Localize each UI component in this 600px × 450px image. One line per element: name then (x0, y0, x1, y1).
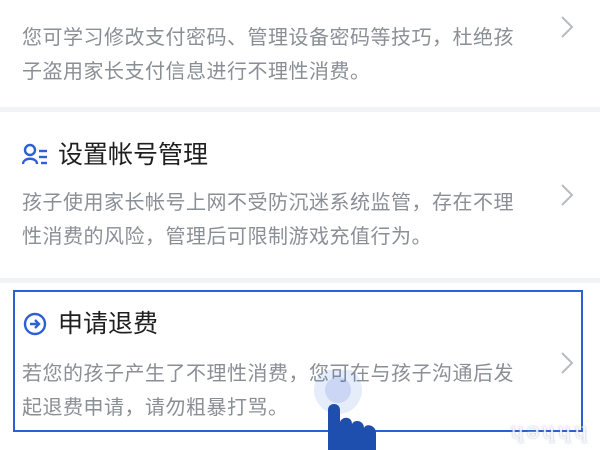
chevron-right-icon (561, 352, 574, 374)
account-management-description: 孩子使用家长帐号上网不受防沉迷系统监管，存在不理性消费的风险，管理后可限制游戏充… (22, 190, 514, 248)
chevron-right-icon (561, 16, 574, 38)
refund-title: 申请退费 (58, 309, 159, 338)
payment-tips-card[interactable]: 您可学习修改支付密码、管理设备密码等技巧，杜绝孩子盗用家长支付信息进行不理性消费… (0, 0, 600, 107)
chevron-right-icon (561, 184, 574, 206)
refund-description: 若您的孩子产生了不理性消费，您可在与孩子沟通后发起退费申请，请勿粗暴打骂。 (22, 361, 514, 419)
user-manage-icon (22, 142, 48, 168)
account-management-card[interactable]: 设置帐号管理 孩子使用家长帐号上网不受防沉迷系统监管，存在不理性消费的风险，管理… (0, 112, 600, 278)
arrow-circle-icon (22, 311, 48, 337)
payment-tips-description: 您可学习修改支付密码、管理设备密码等技巧，杜绝孩子盗用家长支付信息进行不理性消费… (22, 25, 514, 83)
watermark: ɥǝɥɥɥ (510, 419, 590, 444)
account-management-title: 设置帐号管理 (58, 140, 209, 169)
